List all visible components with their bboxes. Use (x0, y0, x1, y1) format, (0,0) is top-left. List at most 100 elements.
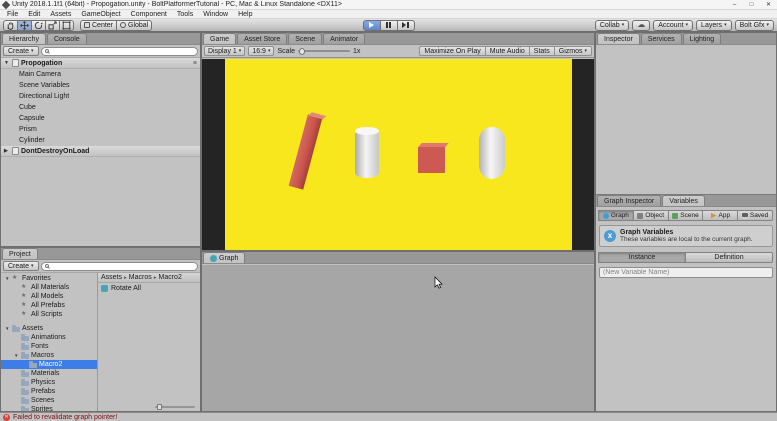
move-tool-button[interactable] (17, 20, 32, 31)
expand-arrow-icon[interactable] (5, 326, 10, 331)
menu-item[interactable]: File (2, 10, 23, 19)
dropdown-caret-icon: ▾ (239, 49, 242, 54)
panel-tab[interactable]: Scene (288, 33, 322, 44)
scope-tab[interactable]: Object (633, 210, 669, 221)
stats-toggle[interactable]: Stats (529, 46, 555, 56)
panel-tab[interactable]: Project (2, 248, 38, 259)
panel-tab[interactable]: Hierarchy (2, 33, 46, 44)
panel-tab[interactable]: Game (203, 33, 236, 44)
layout-dropdown[interactable]: Bolt Gfx ▾ (735, 20, 774, 31)
hierarchy-item[interactable]: Scene Variables (1, 80, 200, 91)
minimize-button[interactable]: – (726, 0, 743, 9)
hierarchy-item[interactable]: Cube (1, 102, 200, 113)
menu-item[interactable]: Component (126, 10, 172, 19)
scale-tool-button[interactable] (45, 20, 60, 31)
menu-item[interactable]: Tools (172, 10, 198, 19)
mute-audio-toggle[interactable]: Mute Audio (485, 46, 530, 56)
gizmos-dropdown[interactable]: Gizmos ▾ (554, 46, 592, 56)
pause-button[interactable] (380, 20, 398, 31)
project-search-input[interactable] (51, 262, 194, 270)
scale-slider[interactable] (298, 50, 350, 52)
panel-tab[interactable]: Asset Store (237, 33, 287, 44)
expand-arrow-icon[interactable] (14, 353, 19, 358)
layers-dropdown[interactable]: Layers ▾ (696, 20, 732, 31)
tree-item[interactable]: All Models (1, 292, 97, 301)
asset-item[interactable]: Rotate All (98, 283, 200, 293)
scene-header-dontdestroyonload[interactable]: ▶ DontDestroyOnLoad (1, 146, 200, 157)
tree-item[interactable]: Physics (1, 378, 97, 387)
rect-tool-button[interactable] (59, 20, 74, 31)
tree-item[interactable]: Favorites (1, 274, 97, 283)
tree-item[interactable]: Macro2 (1, 360, 97, 369)
menu-item[interactable]: Help (233, 10, 257, 19)
hand-tool-button[interactable] (3, 20, 18, 31)
icon-size-slider[interactable] (155, 406, 195, 408)
scene-options-icon[interactable]: ≡ (193, 60, 197, 67)
play-button[interactable] (363, 20, 381, 31)
menu-item[interactable]: Assets (45, 10, 76, 19)
maximize-on-play-toggle[interactable]: Maximize On Play (419, 46, 485, 56)
mode-tab[interactable]: Instance (598, 252, 686, 263)
tree-item[interactable]: Scenes (1, 396, 97, 405)
expand-arrow-icon[interactable]: ▶ (4, 148, 10, 154)
hierarchy-item[interactable]: Cylinder (1, 135, 200, 146)
panel-tab[interactable]: Variables (662, 195, 705, 206)
hierarchy-item[interactable]: Main Camera (1, 69, 200, 80)
expand-arrow-icon[interactable] (5, 276, 10, 281)
collab-dropdown[interactable]: Collab ▾ (595, 20, 629, 31)
breadcrumb-item[interactable]: ▸ Macro2 (152, 274, 182, 281)
tree-item[interactable]: Fonts (1, 342, 97, 351)
menu-item[interactable]: GameObject (76, 10, 125, 19)
game-render-area[interactable] (225, 59, 572, 250)
scene-header-propogation[interactable]: ▼ Propogation ≡ (1, 58, 200, 69)
scope-tab[interactable]: Graph (598, 210, 634, 221)
hierarchy-item[interactable]: Prism (1, 124, 200, 135)
space-toggle-button[interactable]: Global (116, 20, 152, 31)
breadcrumb-item[interactable]: ▸ Assets (101, 274, 122, 281)
expand-arrow-icon[interactable]: ▼ (4, 60, 10, 66)
create-button[interactable]: Create ▾ (3, 261, 39, 271)
tree-item[interactable]: Animations (1, 333, 97, 342)
tree-item[interactable]: All Scripts (1, 310, 97, 319)
scope-tab[interactable]: Scene (668, 210, 704, 221)
hierarchy-item[interactable]: Capsule (1, 113, 200, 124)
account-dropdown[interactable]: Account ▾ (653, 20, 693, 31)
breadcrumb-item[interactable]: ▸ Macros (122, 274, 152, 281)
panel-tab[interactable]: Inspector (597, 33, 640, 44)
panel-tab[interactable]: Graph (203, 252, 245, 263)
status-message[interactable]: Failed to revalidate graph pointer! (13, 414, 117, 421)
graph-canvas[interactable] (202, 265, 594, 411)
create-button[interactable]: Create ▾ (3, 46, 39, 56)
icon-size-slider-thumb[interactable] (157, 404, 162, 410)
tree-item[interactable]: Materials (1, 369, 97, 378)
tree-item[interactable]: Macros (1, 351, 97, 360)
panel-tab[interactable]: Animator (323, 33, 365, 44)
menu-item[interactable]: Window (198, 10, 233, 19)
panel-tab[interactable]: Console (47, 33, 87, 44)
cloud-button[interactable]: ☁ (632, 20, 650, 31)
aspect-ratio-dropdown[interactable]: 16:9 ▾ (248, 46, 274, 56)
rotate-tool-button[interactable] (31, 20, 46, 31)
panel-tab[interactable]: Lighting (683, 33, 722, 44)
mode-tab[interactable]: Definition (685, 252, 773, 263)
step-button[interactable] (397, 20, 415, 31)
tree-item[interactable]: Sprites (1, 405, 97, 411)
close-button[interactable]: ✕ (760, 0, 777, 9)
hierarchy-item[interactable]: Directional Light (1, 91, 200, 102)
scope-tab[interactable]: App (702, 210, 738, 221)
menu-item[interactable]: Edit (23, 10, 45, 19)
scope-tab[interactable]: Saved (737, 210, 773, 221)
new-variable-input[interactable] (599, 267, 773, 278)
menu-bar: FileEditAssetsGameObjectComponentToolsWi… (0, 10, 777, 19)
panel-tab[interactable]: Services (641, 33, 682, 44)
scale-slider-thumb[interactable] (299, 48, 305, 55)
tree-item[interactable]: All Materials (1, 283, 97, 292)
tree-item[interactable]: All Prefabs (1, 301, 97, 310)
pivot-toggle-button[interactable]: Center (80, 20, 117, 31)
tree-item[interactable]: Prefabs (1, 387, 97, 396)
display-dropdown[interactable]: Display 1 ▾ (204, 46, 245, 56)
maximize-button[interactable]: □ (743, 0, 760, 9)
hierarchy-search-input[interactable] (51, 47, 194, 55)
tree-item[interactable]: Assets (1, 324, 97, 333)
panel-tab[interactable]: Graph Inspector (597, 195, 661, 206)
